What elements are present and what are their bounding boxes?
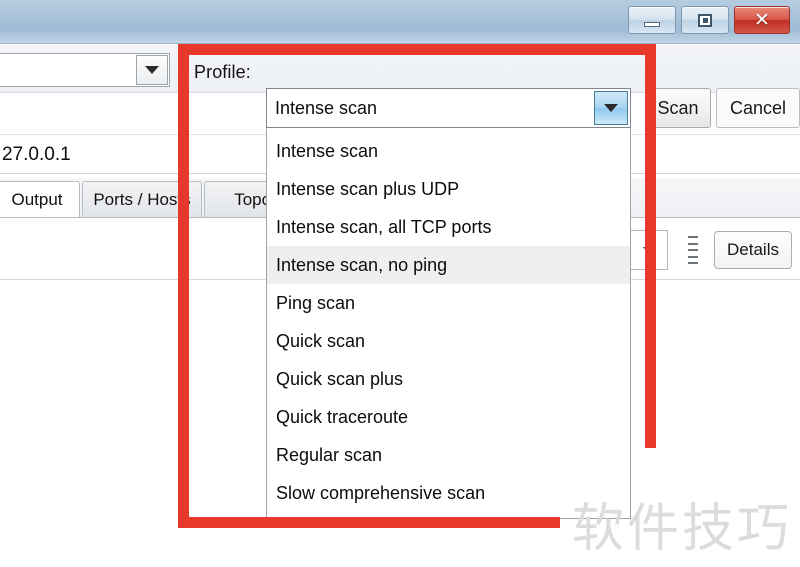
dropdown-item[interactable]: Regular scan [267, 436, 630, 474]
maximize-button[interactable] [681, 6, 729, 34]
dropdown-item-label: Ping scan [276, 292, 356, 313]
dropdown-item[interactable]: Ping scan [267, 284, 630, 322]
tab-output[interactable]: Output [0, 181, 80, 217]
dropdown-item[interactable]: Intense scan plus UDP [267, 170, 630, 208]
dropdown-item[interactable]: Quick scan plus [267, 360, 630, 398]
profile-combobox-value: Intense scan [275, 98, 378, 118]
chevron-down-icon [145, 66, 159, 74]
minimize-icon [644, 22, 660, 27]
chevron-down-icon [643, 246, 655, 254]
scan-button-label: Scan [657, 97, 699, 118]
profile-combobox[interactable]: Intense scan [266, 88, 631, 128]
window-controls: ✕ [628, 6, 790, 34]
dropdown-item-label: Intense scan, all TCP ports [276, 216, 492, 237]
dropdown-item[interactable]: Quick traceroute [267, 398, 630, 436]
details-button-label: Details [727, 240, 779, 259]
dropdown-item[interactable]: Intense scan, no ping [267, 246, 630, 284]
target-combobox[interactable] [0, 53, 170, 87]
close-icon: ✕ [754, 8, 770, 31]
profile-dropdown-button[interactable] [594, 91, 628, 125]
grip-handle-icon[interactable] [688, 236, 698, 264]
profile-dropdown-list[interactable]: Intense scan Intense scan plus UDP Intense… [266, 128, 631, 519]
minimize-button[interactable] [628, 6, 676, 34]
close-button[interactable]: ✕ [734, 6, 790, 34]
cancel-button[interactable]: Cancel [716, 88, 800, 128]
dropdown-item-label: Quick scan [276, 330, 366, 351]
watermark: 软件技巧 [571, 499, 792, 559]
target-dropdown-button[interactable] [136, 55, 168, 85]
scan-toolbar: Profile: [0, 45, 800, 93]
host-filter-dropdown-button[interactable] [630, 230, 668, 270]
dropdown-item-label: Quick traceroute [276, 406, 409, 427]
tab-ports-hosts-label: Ports / Hosts [93, 189, 191, 209]
cancel-button-label: Cancel [729, 97, 787, 118]
dropdown-item-label: Intense scan plus UDP [276, 178, 460, 199]
scan-button[interactable]: Scan [645, 88, 711, 128]
dropdown-item-label: Intense scan [276, 140, 379, 161]
dropdown-item-label: Intense scan, no ping [276, 254, 448, 275]
dropdown-item[interactable]: Intense scan [267, 132, 630, 170]
tab-ports-hosts[interactable]: Ports / Hosts [82, 181, 202, 217]
title-bar: ✕ [0, 0, 800, 44]
dropdown-item-label: Quick scan plus [276, 368, 404, 389]
dropdown-item-label: Slow comprehensive scan [276, 482, 486, 503]
chevron-down-icon [604, 104, 618, 112]
command-value: 27.0.0.1 [2, 144, 71, 165]
details-button[interactable]: Details [714, 231, 792, 269]
profile-label: Profile: [194, 62, 251, 82]
dropdown-item[interactable]: Quick scan [267, 322, 630, 360]
dropdown-item[interactable]: Intense scan, all TCP ports [267, 208, 630, 246]
tab-output-label: Output [11, 189, 63, 209]
dropdown-item-label: Regular scan [276, 444, 383, 465]
application-window: ✕ Profile: 27.0.0.1 Output Ports / Hosts… [0, 0, 800, 567]
maximize-icon [698, 13, 712, 27]
